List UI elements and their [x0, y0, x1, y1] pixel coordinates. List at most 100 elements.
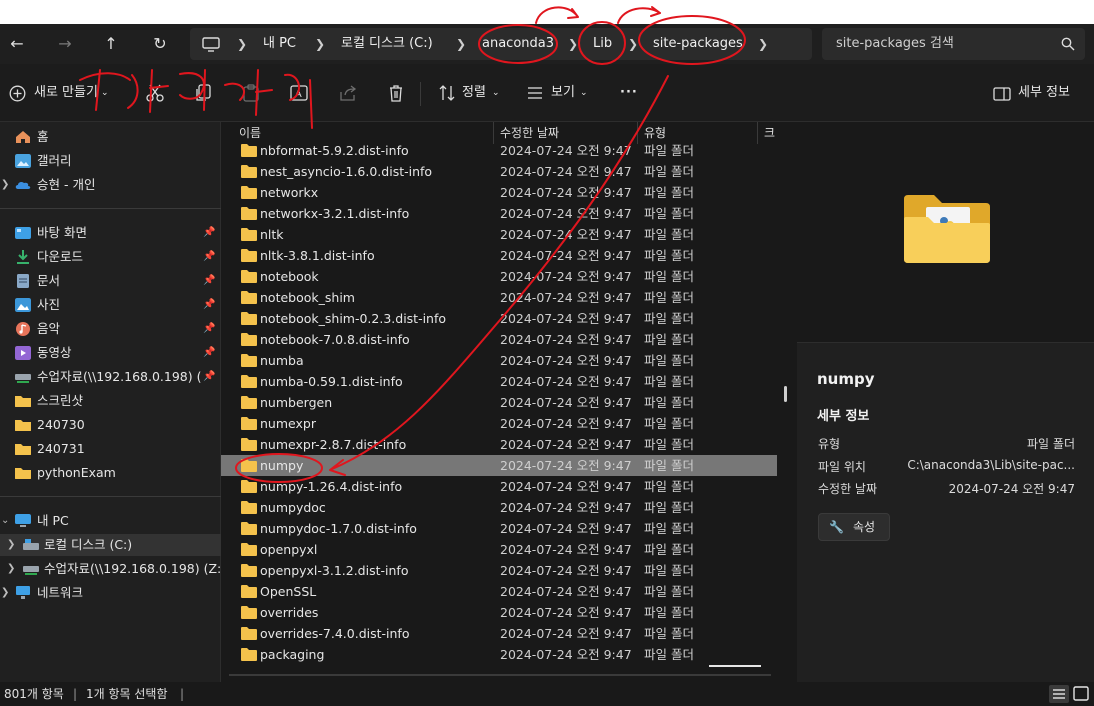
forward-button[interactable]: →: [50, 30, 80, 58]
nav-item-videos[interactable]: 동영상 📌: [0, 342, 221, 364]
nav-item-pictures[interactable]: 사진 📌: [0, 294, 221, 316]
chevron-right-icon[interactable]: ❯: [315, 28, 325, 60]
nav-item-downloads[interactable]: 다운로드 📌: [0, 246, 221, 268]
file-row[interactable]: overrides-7.4.0.dist-info 2024-07-24 오전 9…: [221, 623, 777, 644]
chevron-right-icon[interactable]: ❯: [568, 28, 578, 60]
nav-item-network[interactable]: ❯ 네트워크: [0, 582, 221, 604]
file-row[interactable]: nltk 2024-07-24 오전 9:47 파일 폴더: [221, 224, 777, 245]
chevron-down-icon[interactable]: ⌄: [492, 80, 500, 106]
nav-item-network-drive-z[interactable]: ❯ 수업자료(\\192.168.0.198) (Z:): [0, 558, 226, 580]
sort-button[interactable]: 정렬: [462, 80, 486, 106]
nav-item-network-drive[interactable]: 수업자료(\\192.168.0.198) (Z:) 📌: [0, 366, 221, 388]
nav-item-home[interactable]: 홈: [0, 126, 221, 148]
chevron-right-icon[interactable]: ❯: [237, 28, 247, 60]
details-pane-icon[interactable]: [993, 87, 1011, 101]
folder-icon: [241, 501, 257, 514]
breadcrumb-lib[interactable]: Lib: [593, 28, 612, 60]
rename-icon[interactable]: A: [289, 83, 309, 103]
large-icons-view-icon[interactable]: [1073, 686, 1089, 702]
file-row[interactable]: numexpr 2024-07-24 오전 9:47 파일 폴더: [221, 413, 777, 434]
delete-icon[interactable]: [386, 83, 406, 103]
file-row[interactable]: numpydoc-1.7.0.dist-info 2024-07-24 오전 9:…: [221, 518, 777, 539]
file-row[interactable]: OpenSSL 2024-07-24 오전 9:47 파일 폴더: [221, 581, 777, 602]
pin-icon[interactable]: 📌: [203, 270, 215, 292]
file-row[interactable]: numexpr-2.8.7.dist-info 2024-07-24 오전 9:4…: [221, 434, 777, 455]
refresh-button[interactable]: ↻: [145, 30, 175, 58]
pin-icon[interactable]: 📌: [203, 318, 215, 340]
file-row[interactable]: numbergen 2024-07-24 오전 9:47 파일 폴더: [221, 392, 777, 413]
chevron-right-icon[interactable]: ❯: [1, 174, 9, 196]
breadcrumb-site-packages[interactable]: site-packages: [653, 28, 743, 60]
file-row[interactable]: numpy-1.26.4.dist-info 2024-07-24 오전 9:47…: [221, 476, 777, 497]
breadcrumb-local-disk[interactable]: 로컬 디스크 (C:): [341, 28, 433, 60]
chevron-right-icon[interactable]: ❯: [1, 582, 9, 604]
file-row[interactable]: nest_asyncio-1.6.0.dist-info 2024-07-24 오…: [221, 161, 777, 182]
view-button[interactable]: 보기: [551, 80, 575, 106]
nav-item-my-pc[interactable]: ⌄ 내 PC: [0, 510, 221, 532]
new-button[interactable]: 새로 만들기: [34, 80, 98, 106]
chevron-right-icon[interactable]: ❯: [758, 28, 768, 60]
chevron-right-icon[interactable]: ❯: [628, 28, 638, 60]
pin-icon[interactable]: 📌: [203, 246, 215, 268]
file-row[interactable]: nltk-3.8.1.dist-info 2024-07-24 오전 9:47 파일…: [221, 245, 777, 266]
file-row[interactable]: numba 2024-07-24 오전 9:47 파일 폴더: [221, 350, 777, 371]
scrollbar-thumb[interactable]: [709, 665, 761, 667]
chevron-down-icon[interactable]: ⌄: [580, 80, 588, 106]
nav-item-documents[interactable]: 문서 📌: [0, 270, 221, 292]
more-options-button[interactable]: ···: [620, 80, 638, 106]
file-row[interactable]: notebook_shim 2024-07-24 오전 9:47 파일 폴더: [221, 287, 777, 308]
breadcrumb-my-pc[interactable]: 내 PC: [263, 28, 296, 60]
chevron-right-icon[interactable]: ❯: [7, 558, 15, 580]
view-icon[interactable]: [525, 83, 545, 103]
nav-item-onedrive[interactable]: ❯ 승현 - 개인: [0, 174, 221, 196]
details-button[interactable]: 세부 정보: [1018, 80, 1070, 106]
address-bar[interactable]: ❯ 내 PC ❯ 로컬 디스크 (C:) ❯ anaconda3 ❯ Lib ❯…: [190, 28, 812, 60]
file-row[interactable]: nbformat-5.9.2.dist-info 2024-07-24 오전 9:…: [221, 140, 777, 161]
pin-icon[interactable]: 📌: [203, 222, 215, 244]
file-row[interactable]: numpy 2024-07-24 오전 9:47 파일 폴더: [221, 455, 777, 476]
chevron-right-icon[interactable]: ❯: [7, 534, 15, 556]
file-row[interactable]: overrides 2024-07-24 오전 9:47 파일 폴더: [221, 602, 777, 623]
horizontal-scrollbar[interactable]: [229, 674, 771, 676]
file-row[interactable]: networkx-3.2.1.dist-info 2024-07-24 오전 9:…: [221, 203, 777, 224]
search-icon[interactable]: [1061, 37, 1075, 51]
nav-item-desktop[interactable]: 바탕 화면 📌: [0, 222, 221, 244]
details-view-icon[interactable]: [1049, 685, 1069, 703]
nav-item-local-disk[interactable]: ❯ 로컬 디스크 (C:): [0, 534, 221, 556]
breadcrumb-anaconda3[interactable]: anaconda3: [482, 28, 554, 60]
pc-icon[interactable]: [202, 37, 220, 52]
nav-item-screenshots[interactable]: 스크린샷: [0, 390, 221, 412]
copy-icon[interactable]: [193, 83, 213, 103]
pin-icon[interactable]: 📌: [203, 366, 215, 388]
pin-icon[interactable]: 📌: [203, 294, 215, 316]
file-row[interactable]: notebook_shim-0.2.3.dist-info 2024-07-24 …: [221, 308, 777, 329]
file-row[interactable]: packaging 2024-07-24 오전 9:47 파일 폴더: [221, 644, 777, 665]
file-row[interactable]: networkx 2024-07-24 오전 9:47 파일 폴더: [221, 182, 777, 203]
chevron-right-icon[interactable]: ❯: [456, 28, 466, 60]
file-row[interactable]: notebook-7.0.8.dist-info 2024-07-24 오전 9:…: [221, 329, 777, 350]
file-row[interactable]: numpydoc 2024-07-24 오전 9:47 파일 폴더: [221, 497, 777, 518]
pane-resize-handle[interactable]: [784, 386, 787, 402]
up-button[interactable]: ↑: [96, 30, 126, 58]
cut-icon[interactable]: [145, 83, 165, 103]
pin-icon[interactable]: 📌: [203, 342, 215, 364]
nav-item-240730[interactable]: 240730: [0, 414, 221, 436]
nav-item-gallery[interactable]: 갤러리: [0, 150, 221, 172]
paste-icon[interactable]: [241, 83, 261, 103]
chevron-down-icon[interactable]: ⌄: [101, 80, 109, 106]
share-icon[interactable]: [338, 83, 358, 103]
nav-item-pythonexam[interactable]: pythonExam: [0, 462, 221, 484]
file-row[interactable]: numba-0.59.1.dist-info 2024-07-24 오전 9:47…: [221, 371, 777, 392]
file-row[interactable]: openpyxl 2024-07-24 오전 9:47 파일 폴더: [221, 539, 777, 560]
search-input[interactable]: site-packages 검색: [822, 28, 1085, 60]
file-row[interactable]: openpyxl-3.1.2.dist-info 2024-07-24 오전 9:…: [221, 560, 777, 581]
file-row[interactable]: notebook 2024-07-24 오전 9:47 파일 폴더: [221, 266, 777, 287]
folder-icon: [15, 420, 31, 431]
nav-item-240731[interactable]: 240731: [0, 438, 221, 460]
back-button[interactable]: ←: [2, 30, 32, 58]
nav-item-music[interactable]: 음악 📌: [0, 318, 221, 340]
chevron-down-icon[interactable]: ⌄: [1, 510, 9, 532]
properties-button[interactable]: 🔧 속성: [818, 513, 890, 541]
plus-circle-icon[interactable]: [9, 85, 26, 102]
sort-icon[interactable]: [437, 83, 457, 103]
